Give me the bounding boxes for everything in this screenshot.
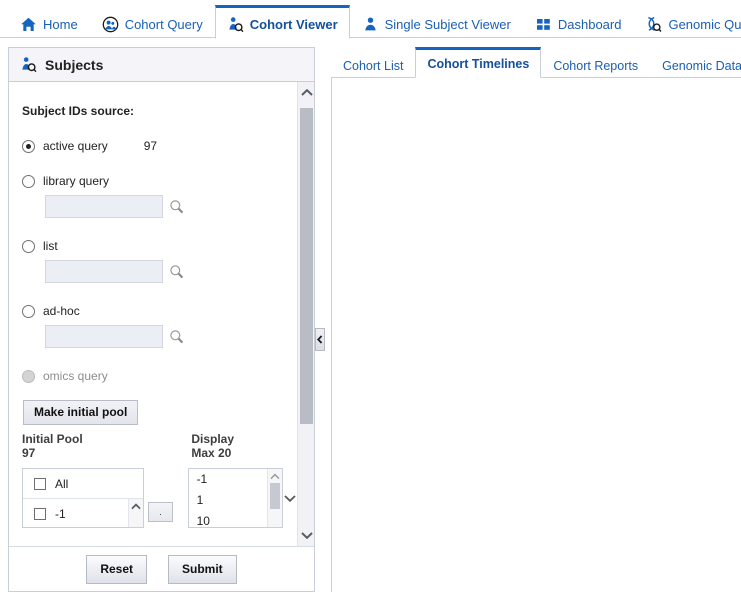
nav-item-single-subject-viewer-label: Single Subject Viewer (384, 17, 511, 32)
list-item-label: -1 (55, 506, 66, 521)
scroll-up-icon[interactable] (129, 499, 143, 513)
radio-option-omics-query: omics query (22, 369, 299, 383)
nav-item-genomic-query-label: Genomic Query (668, 17, 741, 32)
cohort-timelines-pane (331, 77, 741, 592)
initial-pool-count: 97 (22, 446, 36, 460)
scroll-down-icon[interactable] (283, 468, 297, 528)
display-header: Display Max 20 (191, 432, 299, 460)
cohort-query-icon (102, 16, 119, 33)
main-navigation-bar: Home Cohort Query Cohort Viewer Single S… (0, 0, 741, 39)
nav-item-genomic-query[interactable]: Genomic Query (633, 9, 741, 39)
radio-list[interactable] (22, 239, 35, 253)
submit-button[interactable]: Submit (168, 554, 237, 584)
initial-pool-listbox[interactable]: All -1 (22, 468, 145, 528)
radio-option-active-query[interactable]: active query 97 (22, 139, 299, 153)
tab-cohort-timelines[interactable]: Cohort Timelines (415, 47, 542, 78)
radio-active-query[interactable] (22, 139, 35, 153)
list-item-label: All (55, 476, 69, 491)
dashboard-icon (535, 16, 552, 33)
active-query-count: 97 (143, 139, 158, 153)
cohort-viewer-icon (227, 16, 244, 33)
scroll-down-icon[interactable] (298, 524, 314, 546)
pool-column-headers: Initial Pool 97 Display Max 20 (22, 432, 299, 460)
single-subject-icon (362, 16, 379, 33)
radio-ad-hoc[interactable] (22, 304, 35, 318)
radio-active-query-label: active query (43, 139, 108, 153)
cohort-viewer-tabs-panel: Cohort List Cohort Timelines Cohort Repo… (325, 47, 741, 592)
initial-pool-header: Initial Pool 97 (22, 432, 191, 460)
subjects-panel-scrollbar-thumb[interactable] (300, 108, 313, 424)
nav-item-cohort-viewer-label: Cohort Viewer (249, 16, 338, 32)
application-window: Home Cohort Query Cohort Viewer Single S… (0, 0, 741, 600)
genomic-query-icon (645, 16, 662, 33)
initial-pool-title: Initial Pool (22, 432, 83, 446)
chevron-left-icon (317, 335, 323, 344)
list-item[interactable]: -1 (23, 499, 143, 527)
move-to-display-button[interactable]: · (148, 502, 173, 522)
search-icon[interactable] (169, 264, 184, 279)
subjects-panel-header: Subjects (9, 48, 314, 82)
ad-hoc-input[interactable] (45, 325, 163, 348)
panel-splitter[interactable] (315, 47, 325, 592)
subjects-panel-scrollbar[interactable] (297, 82, 314, 546)
display-max: Max 20 (191, 446, 232, 460)
radio-option-list[interactable]: list (22, 239, 299, 253)
pool-lists: All -1 · -1 1 10 (22, 468, 299, 528)
nav-item-cohort-query[interactable]: Cohort Query (90, 9, 215, 39)
home-icon (20, 16, 37, 33)
checkbox-minus-one[interactable] (34, 507, 46, 520)
search-icon[interactable] (169, 199, 184, 214)
radio-list-label: list (43, 239, 58, 253)
nav-item-home[interactable]: Home (8, 9, 90, 39)
library-query-input-row (45, 195, 299, 218)
radio-option-ad-hoc[interactable]: ad-hoc (22, 304, 299, 318)
tab-cohort-list[interactable]: Cohort List (331, 52, 415, 78)
nav-item-dashboard-label: Dashboard (557, 17, 622, 32)
subjects-form: Subject IDs source: active query 97 libr… (9, 82, 299, 528)
tab-genomic-data-export[interactable]: Genomic Data Export (650, 52, 741, 78)
search-icon[interactable] (169, 329, 184, 344)
nav-item-single-subject-viewer[interactable]: Single Subject Viewer (350, 9, 523, 39)
tab-cohort-reports[interactable]: Cohort Reports (541, 52, 650, 78)
radio-library-query-label: library query (43, 174, 110, 188)
ad-hoc-input-row (45, 325, 299, 348)
reset-button[interactable]: Reset (86, 554, 147, 584)
checkbox-all[interactable] (34, 477, 46, 490)
radio-option-library-query[interactable]: library query (22, 174, 299, 188)
library-query-input[interactable] (45, 195, 163, 218)
display-listbox[interactable]: -1 1 10 (187, 468, 284, 528)
initial-pool-scrollbar[interactable] (128, 499, 144, 527)
scroll-up-icon[interactable] (268, 469, 282, 483)
nav-item-home-label: Home (43, 17, 78, 32)
nav-item-cohort-viewer[interactable]: Cohort Viewer (214, 5, 350, 39)
list-item[interactable]: All (23, 469, 144, 499)
subject-ids-source-label: Subject IDs source: (22, 104, 135, 118)
display-scrollbar[interactable] (267, 469, 283, 527)
radio-omics-query-label: omics query (43, 369, 108, 383)
nav-item-dashboard[interactable]: Dashboard (523, 9, 634, 39)
subjects-panel: Subjects Subject IDs source: active quer… (8, 47, 315, 592)
radio-omics-query (22, 369, 35, 383)
page-title: Subjects (45, 56, 104, 73)
splitter-collapse-handle[interactable] (315, 328, 325, 351)
subjects-icon (20, 56, 37, 73)
scroll-up-icon[interactable] (298, 82, 314, 104)
display-scrollbar-thumb[interactable] (270, 483, 281, 509)
list-input-row (45, 260, 299, 283)
subjects-form-buttons: Reset Submit (9, 547, 314, 591)
radio-library-query[interactable] (22, 174, 35, 188)
list-input[interactable] (45, 260, 163, 283)
make-initial-pool-button[interactable]: Make initial pool (23, 400, 139, 425)
cohort-viewer-tabstrip: Cohort List Cohort Timelines Cohort Repo… (325, 47, 741, 78)
radio-ad-hoc-label: ad-hoc (43, 304, 80, 318)
display-title: Display (191, 432, 235, 446)
subjects-panel-body: Subject IDs source: active query 97 libr… (9, 82, 314, 547)
main-nav-items: Home Cohort Query Cohort Viewer Single S… (0, 0, 741, 39)
nav-item-cohort-query-label: Cohort Query (124, 17, 203, 32)
